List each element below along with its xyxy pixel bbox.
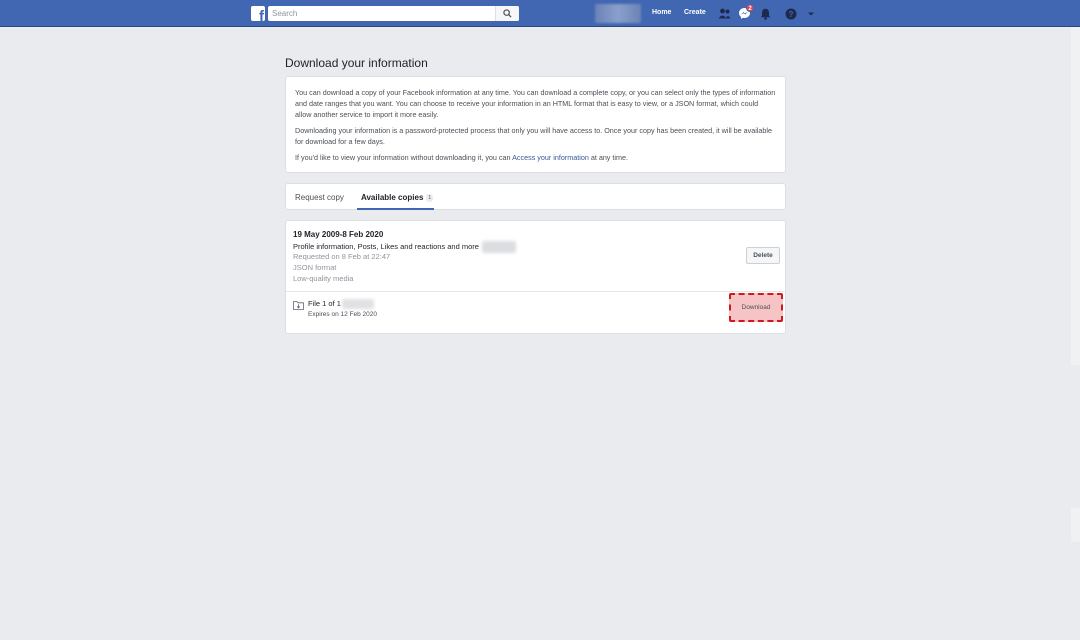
file-label: File 1 of 1 xyxy=(308,299,341,308)
svg-text:?: ? xyxy=(788,10,793,19)
divider xyxy=(286,291,785,292)
file-expiry: Expires on 12 Feb 2020 xyxy=(308,311,378,318)
search-input[interactable] xyxy=(268,6,492,21)
copy-media-quality: Low-quality media xyxy=(293,274,354,283)
scrollbar-track[interactable] xyxy=(1071,27,1080,365)
access-your-information-link[interactable]: Access your information xyxy=(512,153,589,162)
intro-paragraph-1: You can download a copy of your Facebook… xyxy=(295,88,776,119)
profile-avatar[interactable] xyxy=(595,4,641,23)
delete-button[interactable]: Delete xyxy=(746,247,780,264)
notification-badge: 2 xyxy=(746,4,754,12)
copy-requested-date: Requested on 8 Feb at 22:47 xyxy=(293,252,391,261)
intro-paragraph-3: If you'd like to view your information w… xyxy=(295,152,776,163)
facebook-logo-icon[interactable]: f xyxy=(251,6,265,21)
friend-requests-icon[interactable] xyxy=(718,7,731,20)
available-copy-card: 19 May 2009-8 Feb 2020 Profile informati… xyxy=(285,220,786,334)
search-button[interactable] xyxy=(495,6,519,21)
logo-letter: f xyxy=(259,8,264,21)
intro-p3-before: If you'd like to view your information w… xyxy=(295,153,513,162)
search-icon xyxy=(503,9,512,18)
help-icon[interactable]: ? xyxy=(784,7,797,20)
download-button[interactable]: Download xyxy=(729,293,783,322)
redacted-size xyxy=(481,241,516,253)
redacted-file-size xyxy=(342,299,374,309)
home-link[interactable]: Home xyxy=(652,9,671,16)
page-title: Download your information xyxy=(285,56,428,70)
tab-available-copies-label: Available copies xyxy=(361,193,424,202)
copy-description-text: Profile information, Posts, Likes and re… xyxy=(293,241,479,251)
available-copies-count: 1 xyxy=(426,193,434,202)
tabs-bar: Request copy Available copies 1 xyxy=(285,183,786,210)
notifications-bell-icon[interactable] xyxy=(759,7,772,20)
top-navigation-bar: f Home Create 2 xyxy=(0,0,1080,27)
copy-format: JSON format xyxy=(293,263,337,272)
search-box xyxy=(268,6,519,21)
intro-paragraph-2: Downloading your information is a passwo… xyxy=(295,126,773,146)
folder-download-icon xyxy=(293,301,304,310)
active-tab-indicator xyxy=(357,208,434,210)
scrollbar-thumb[interactable] xyxy=(1071,508,1080,542)
tab-request-copy[interactable]: Request copy xyxy=(295,193,344,202)
intro-card: You can download a copy of your Facebook… xyxy=(285,76,786,173)
account-menu-chevron-down-icon[interactable] xyxy=(804,7,817,20)
create-link[interactable]: Create xyxy=(684,9,706,16)
intro-p3-after: at any time. xyxy=(588,153,628,162)
copy-date-range: 19 May 2009-8 Feb 2020 xyxy=(293,230,384,239)
tab-available-copies[interactable]: Available copies 1 xyxy=(361,193,434,202)
